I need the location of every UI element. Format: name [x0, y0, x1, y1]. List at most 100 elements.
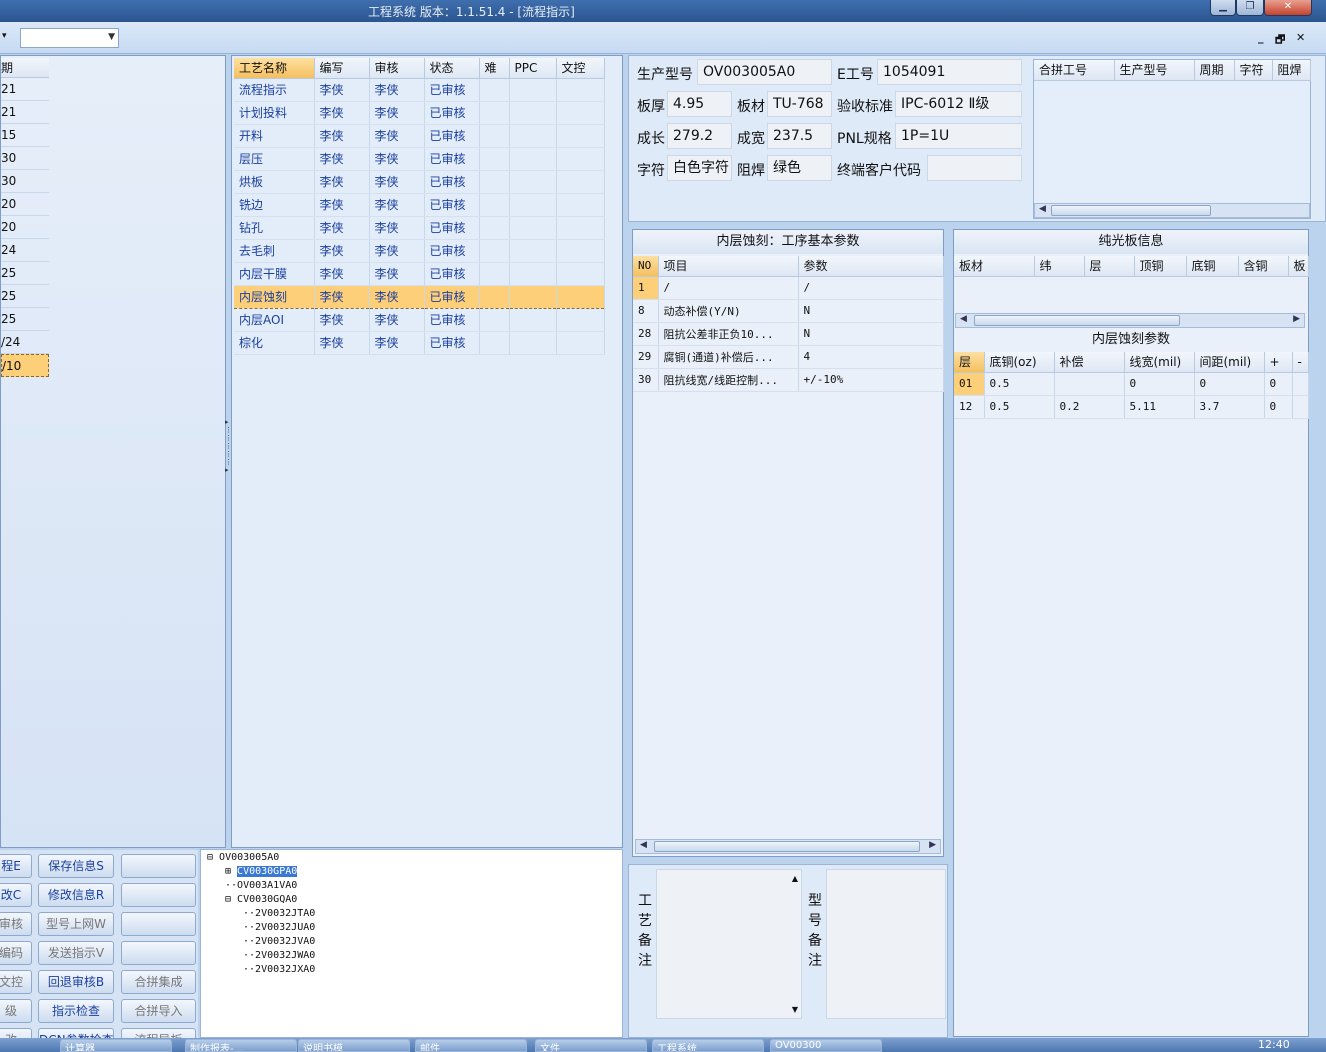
mdi-restore-button[interactable]: 🗗	[1275, 31, 1285, 50]
mdi-minimize-button[interactable]: _	[1258, 31, 1264, 44]
tree-node[interactable]: ··OV003A1VA0	[225, 880, 297, 891]
left-list-item[interactable]: 20	[1, 216, 49, 239]
scroll-up-icon[interactable]: ▲	[792, 874, 798, 883]
column-header[interactable]: PPC	[509, 58, 557, 79]
model-field[interactable]: OV003005A0	[697, 59, 832, 85]
table-row[interactable]: 烘板 李侠 李侠 已审核	[234, 170, 605, 194]
column-header[interactable]: 字符	[1234, 60, 1273, 81]
scroll-down-icon[interactable]: ▼	[792, 1005, 798, 1014]
column-header[interactable]: -	[1292, 352, 1309, 373]
tree-node[interactable]: ··2V0032JVA0	[243, 936, 315, 947]
column-header[interactable]: +	[1264, 352, 1293, 373]
restore-button[interactable]: ❐	[1236, 0, 1264, 16]
column-header[interactable]: 板	[1288, 256, 1309, 277]
pnl-field[interactable]: 1P=1U	[895, 123, 1022, 149]
action-button[interactable]: 合拼导入	[121, 999, 196, 1023]
tree-expander-icon[interactable]: ··	[243, 950, 255, 961]
action-button[interactable]: 合拼集成	[121, 970, 196, 994]
toolbar-combo[interactable]: ▼	[20, 28, 119, 48]
tree-node[interactable]: ··2V0032JTA0	[243, 908, 315, 919]
scroll-right-icon[interactable]: ▶	[1293, 314, 1300, 324]
action-button[interactable]: 保存信息S	[38, 854, 114, 878]
action-button[interactable]: 指示检查	[38, 999, 114, 1023]
action-button[interactable]: 发送指示V	[38, 941, 114, 965]
minimize-button[interactable]: ▁	[1210, 0, 1236, 16]
column-header[interactable]: 层	[954, 352, 985, 373]
taskbar-item[interactable]: 文件	[535, 1039, 647, 1052]
left-list-item[interactable]: 25	[1, 285, 49, 308]
thickness-field[interactable]: 4.95	[667, 91, 732, 117]
column-header[interactable]: 审核	[369, 58, 425, 79]
tree-expander-icon[interactable]: ⊟	[225, 894, 237, 905]
table-row[interactable]: 内层AOI 李侠 李侠 已审核	[234, 308, 605, 332]
left-list-item[interactable]: 25	[1, 262, 49, 285]
action-button[interactable]	[121, 854, 196, 878]
action-button[interactable]: 改C	[0, 883, 32, 907]
left-list-item[interactable]: /10	[1, 354, 49, 377]
left-list-item[interactable]: 25	[1, 308, 49, 331]
model-remark-field[interactable]	[826, 869, 946, 1019]
column-header[interactable]: 间距(mil)	[1194, 352, 1265, 373]
tree-expander-icon[interactable]: ··	[243, 964, 255, 975]
column-header[interactable]: 底铜	[1186, 256, 1239, 277]
tree-expander-icon[interactable]: ··	[243, 922, 255, 933]
mdi-close-button[interactable]: ✕	[1296, 31, 1305, 44]
action-button[interactable]: 型号上网W	[38, 912, 114, 936]
action-button[interactable]: 程E	[0, 854, 32, 878]
column-header[interactable]: 工艺名称	[234, 58, 315, 79]
left-list-item[interactable]: 15	[1, 124, 49, 147]
table-row[interactable]: 铣边 李侠 李侠 已审核	[234, 193, 605, 217]
action-button[interactable]: 审核	[0, 912, 32, 936]
action-button[interactable]	[121, 941, 196, 965]
taskbar-item[interactable]: 说明书模	[298, 1039, 410, 1052]
left-list-item[interactable]: 30	[1, 170, 49, 193]
column-header[interactable]: 项目	[658, 256, 799, 277]
column-header[interactable]: 难	[479, 58, 510, 79]
light-board-hscroll[interactable]: ◀ ▶	[955, 313, 1305, 328]
column-header[interactable]: 底铜(oz)	[984, 352, 1055, 373]
length-field[interactable]: 279.2	[667, 123, 732, 149]
left-list-item[interactable]: 24	[1, 239, 49, 262]
scroll-left-icon[interactable]: ◀	[640, 840, 647, 850]
tree-node[interactable]: ··2V0032JWA0	[243, 950, 315, 961]
table-row[interactable]: 28 阻抗公差非正负10... N	[633, 322, 944, 346]
table-row[interactable]: 计划投料 李侠 李侠 已审核	[234, 101, 605, 125]
column-header[interactable]: 合拼工号	[1034, 60, 1115, 81]
action-button[interactable]	[121, 912, 196, 936]
table-row[interactable]: 12 0.5 0.2 5.11 3.7 0	[954, 395, 1309, 419]
process-remark-field[interactable]: ▲ ▼	[656, 869, 802, 1019]
scroll-thumb[interactable]	[1051, 205, 1211, 216]
taskbar-item[interactable]: 工程系统	[652, 1039, 764, 1052]
taskbar-item[interactable]: 邮件	[415, 1039, 527, 1052]
splitter-handle[interactable]: ▸ ⋮ ⋮ ⋮ ⋮ ⋮ ▸	[225, 418, 232, 482]
table-row[interactable]: 1//	[633, 276, 944, 300]
column-header[interactable]: 纬	[1034, 256, 1085, 277]
table-row[interactable]: 棕化 李侠 李侠 已审核	[234, 331, 605, 355]
table-row[interactable]: 流程指示 李侠 李侠 已审核	[234, 78, 605, 102]
table-row[interactable]: 内层蚀刻 李侠 李侠 已审核	[234, 284, 605, 309]
material-field[interactable]: TU-768	[767, 91, 832, 117]
table-row[interactable]: 开料 李侠 李侠 已审核	[234, 124, 605, 148]
tree-expander-icon[interactable]: ··	[243, 936, 255, 947]
column-header[interactable]: 含铜	[1238, 256, 1289, 277]
left-list-item[interactable]: /24	[1, 331, 49, 354]
table-row[interactable]: 层压 李侠 李侠 已审核	[234, 147, 605, 171]
table-row[interactable]: 钻孔 李侠 李侠 已审核	[234, 216, 605, 240]
char-field[interactable]: 白色字符	[667, 155, 732, 181]
column-header[interactable]: 板材	[954, 256, 1035, 277]
column-header[interactable]: 状态	[424, 58, 480, 79]
left-list-item[interactable]: 21	[1, 78, 49, 101]
action-button[interactable]: 文控	[0, 970, 32, 994]
tree-node[interactable]: ··2V0032JUA0	[243, 922, 315, 933]
scroll-right-icon[interactable]: ▶	[929, 840, 936, 850]
left-list-item[interactable]: 30	[1, 147, 49, 170]
taskbar-item[interactable]: 计算器	[60, 1039, 172, 1052]
action-button[interactable]: 编码	[0, 941, 32, 965]
table-row[interactable]: 30 阻抗线宽/线距控制... +/-10%	[633, 368, 944, 392]
params-hscroll[interactable]: ◀ ▶	[635, 839, 941, 854]
tree-expander-icon[interactable]: ··	[243, 908, 255, 919]
column-header[interactable]: 编写	[314, 58, 370, 79]
left-list-item[interactable]: 20	[1, 193, 49, 216]
tree-node[interactable]: ··2V0032JXA0	[243, 964, 315, 975]
column-header[interactable]: 补偿	[1054, 352, 1125, 373]
